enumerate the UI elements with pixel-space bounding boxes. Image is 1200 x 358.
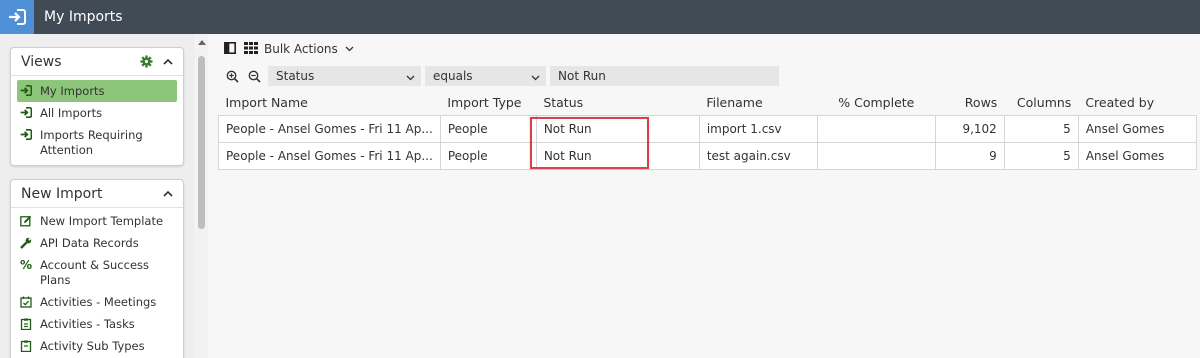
left-sidebar: Views My Imports All Imports Imports Req… (0, 34, 195, 358)
filter-value-text: Not Run (558, 69, 606, 83)
sidebar-item-api-data-records[interactable]: API Data Records (11, 232, 183, 254)
cell-columns: 5 (1003, 141, 1079, 170)
cell-status: Not Run (535, 141, 700, 170)
sidebar-item-label: My Imports (40, 84, 105, 98)
views-panel: Views My Imports All Imports Imports Req… (10, 47, 184, 166)
import-icon (19, 128, 33, 140)
cell-created-by: Ansel Gomes (1077, 141, 1197, 170)
filter-operator-value: equals (433, 69, 473, 83)
import-icon[interactable] (0, 0, 34, 34)
filter-operator-select[interactable]: equals (425, 66, 546, 86)
clipboard-icon (19, 317, 33, 330)
scrollbar-thumb[interactable] (198, 56, 205, 229)
cell-rows: 9,102 (934, 114, 1005, 143)
table-header-row: Import Name Import Type Status Filename … (219, 90, 1197, 115)
chevron-down-icon (406, 70, 415, 84)
column-header-import-name[interactable]: Import Name (219, 90, 441, 115)
sidebar-item-label: Imports Requiring Attention (40, 128, 143, 157)
bulk-actions-label: Bulk Actions (264, 42, 338, 56)
column-header-rows[interactable]: Rows (935, 90, 1004, 115)
clipboard-icon (19, 339, 33, 352)
column-header-created-by[interactable]: Created by (1078, 90, 1196, 115)
import-icon (19, 84, 33, 96)
grid-icon (244, 41, 258, 57)
new-import-panel-title: New Import (21, 185, 103, 202)
cell-filename: import 1.csv (698, 114, 818, 143)
chevron-up-icon[interactable] (163, 58, 173, 65)
toolbar: Bulk Actions (224, 39, 354, 59)
sidebar-item-all-imports[interactable]: All Imports (11, 102, 183, 124)
cell-import-name[interactable]: People - Ansel Gomes - Fri 11 Ap... (218, 114, 441, 143)
sidebar-item-label: Activity Sub Types (40, 339, 145, 353)
scroll-up-arrow-icon[interactable] (198, 38, 206, 48)
table-row[interactable]: People - Ansel Gomes - Fri 11 Ap... Peop… (218, 114, 1197, 143)
bulk-actions-button[interactable]: Bulk Actions (244, 41, 354, 57)
cell-import-name[interactable]: People - Ansel Gomes - Fri 11 Ap... (218, 141, 441, 170)
column-header-percent-complete[interactable]: % Complete (817, 90, 935, 115)
cell-import-type: People (439, 141, 537, 170)
table-row[interactable]: People - Ansel Gomes - Fri 11 Ap... Peop… (218, 141, 1197, 170)
sidebar-item-imports-requiring-attention[interactable]: Imports Requiring Attention (11, 124, 183, 161)
wrench-icon (19, 236, 33, 249)
cell-rows: 9 (934, 141, 1005, 170)
cell-filename: test again.csv (698, 141, 818, 170)
sidebar-item-my-imports[interactable]: My Imports (17, 80, 177, 102)
page-title: My Imports (44, 9, 123, 25)
cell-percent-complete (816, 114, 936, 143)
chevron-down-icon (345, 46, 354, 52)
filter-field-value: Status (276, 69, 315, 83)
new-import-panel-header: New Import (11, 180, 183, 208)
cell-import-type: People (439, 114, 537, 143)
sidebar-item-label: Activities - Tasks (40, 317, 135, 331)
sidebar-item-label: API Data Records (40, 236, 139, 250)
sidebar-item-label: New Import Template (40, 214, 164, 228)
new-import-panel: New Import New Import Template API Data … (10, 179, 184, 358)
sidebar-item-activities-tasks[interactable]: Activities - Tasks (11, 313, 183, 335)
filter-field-select[interactable]: Status (268, 66, 421, 86)
calendar-check-icon (19, 295, 33, 308)
gear-icon[interactable] (140, 55, 153, 68)
main-content: Bulk Actions Status equals Not Run Impor… (214, 34, 1200, 358)
cell-created-by: Ansel Gomes (1077, 114, 1197, 143)
top-bar: My Imports (0, 0, 1200, 34)
sidebar-item-activity-sub-types[interactable]: Activity Sub Types (11, 335, 183, 357)
column-header-import-type[interactable]: Import Type (440, 90, 536, 115)
cell-percent-complete (816, 141, 936, 170)
filter-bar: Status equals Not Run (224, 66, 779, 86)
sidebar-item-account-success-plans[interactable]: % Account & Success Plans (11, 254, 183, 291)
sidebar-item-label: Activities - Meetings (40, 295, 157, 309)
views-panel-title: Views (21, 53, 62, 70)
panel-toggle-icon[interactable] (224, 41, 236, 57)
sidebar-item-new-import-template[interactable]: New Import Template (11, 210, 183, 232)
zoom-out-icon[interactable] (248, 70, 261, 83)
percent-icon: % (19, 258, 33, 272)
cell-status: Not Run (535, 114, 700, 143)
sidebar-item-activities-meetings[interactable]: Activities - Meetings (11, 291, 183, 313)
edit-icon (19, 214, 33, 227)
chevron-down-icon (531, 70, 540, 84)
chevron-up-icon[interactable] (163, 190, 173, 197)
column-header-filename[interactable]: Filename (699, 90, 817, 115)
import-icon (19, 106, 33, 118)
sidebar-item-label: All Imports (40, 106, 103, 120)
cell-columns: 5 (1003, 114, 1079, 143)
imports-table: Import Name Import Type Status Filename … (218, 90, 1197, 170)
filter-value-input[interactable]: Not Run (550, 66, 779, 86)
column-header-status[interactable]: Status (536, 90, 699, 115)
column-header-columns[interactable]: Columns (1004, 90, 1078, 115)
sidebar-item-label: Account & Success Plans (40, 258, 150, 287)
zoom-in-icon[interactable] (226, 70, 239, 83)
views-panel-header: Views (11, 48, 183, 76)
